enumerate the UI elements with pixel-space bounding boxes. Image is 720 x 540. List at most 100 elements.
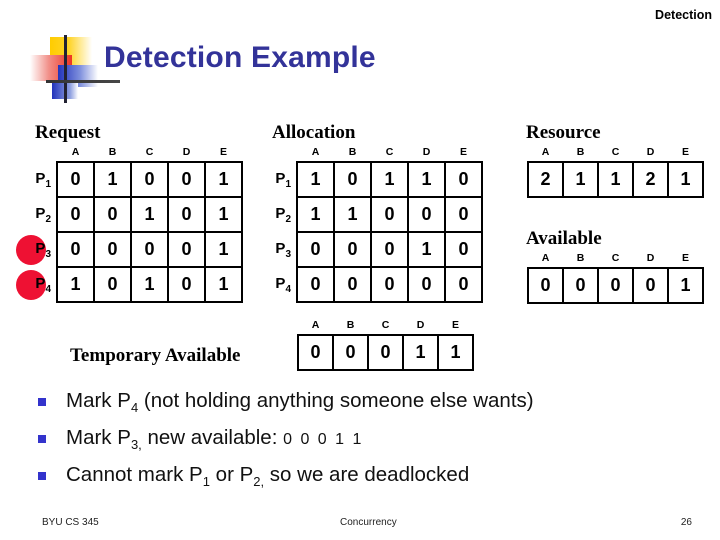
request-caption: Request [35, 122, 101, 143]
available-column-headers: A B C D E [528, 251, 703, 268]
resource-vector: A B C D E 2 1 1 2 1 [527, 145, 704, 198]
request-cell: 0 [167, 196, 206, 233]
row-label-sub: 4 [285, 283, 291, 295]
table-row: P2 0 0 1 0 1 [18, 196, 243, 233]
allocation-cell: 0 [296, 231, 335, 268]
request-cell: 1 [130, 196, 169, 233]
available-col-c: C [611, 252, 620, 264]
request-matrix: A B C D E P 1 0 1 0 0 1 P2 0 0 1 0 1 P3 0… [16, 145, 243, 303]
row-label-sub: 3 [45, 248, 51, 260]
allocation-cell: 1 [333, 196, 372, 233]
request-row-label-p4-marked: P4 [16, 267, 57, 302]
request-cell: 0 [93, 266, 132, 303]
temp-available-col-b: B [346, 319, 355, 331]
allocation-col-c: C [385, 146, 394, 158]
allocation-cell: 0 [444, 161, 483, 198]
available-col-e: E [681, 252, 689, 264]
available-cell: 0 [562, 267, 599, 304]
allocation-cell: 1 [407, 231, 446, 268]
bullet-3-pre: Cannot mark P [66, 463, 203, 487]
row-label-text: P [35, 274, 46, 292]
row-label-text: P [275, 274, 286, 292]
available-caption: Available [526, 228, 602, 249]
bullet-1-post: (not holding anything someone else wants… [138, 389, 534, 412]
table-row: 0 0 0 0 1 [527, 267, 704, 304]
allocation-cell: 0 [407, 196, 446, 233]
row-label-text: P [275, 169, 286, 187]
bullet-2-vector: 0 0 0 1 1 [283, 431, 364, 449]
request-cell: 0 [167, 161, 206, 198]
table-row: P2 1 1 0 0 0 [258, 196, 483, 233]
request-row-label-p3-marked: P3 [16, 232, 57, 267]
bullet-square-icon [38, 472, 46, 481]
allocation-cell: 0 [370, 231, 409, 268]
request-cell: 0 [56, 196, 95, 233]
temp-available-col-a: A [311, 319, 320, 331]
temp-available-cell: 0 [297, 334, 334, 371]
resource-col-c: C [611, 146, 620, 158]
allocation-col-a: A [311, 146, 320, 158]
resource-col-e: E [681, 146, 689, 158]
allocation-row-label-p1: P1 [258, 162, 297, 197]
bullet-3-post: or P [209, 463, 254, 487]
table-row: P3 0 0 0 1 0 [258, 231, 483, 268]
request-col-e: E [219, 146, 227, 158]
allocation-caption: Allocation [272, 122, 356, 143]
available-cell: 0 [632, 267, 669, 304]
request-cell: 0 [93, 196, 132, 233]
temporary-available-caption: Temporary Available [70, 345, 241, 366]
row-label-sub: 1 [45, 178, 51, 190]
request-corner-cell [18, 145, 57, 162]
footer-page-number: 26 [680, 517, 692, 528]
request-col-c: C [145, 146, 154, 158]
table-row: P3 0 0 0 0 1 [16, 231, 243, 268]
resource-cell: 1 [667, 161, 704, 198]
allocation-cell: 0 [333, 266, 372, 303]
request-column-headers: A B C D E [18, 145, 242, 162]
table-row: 2 1 1 2 1 [527, 161, 704, 198]
table-row: P1 1 0 1 1 0 [258, 161, 483, 198]
temp-available-cell: 0 [332, 334, 369, 371]
bullet-3-post2: so we are deadlocked [264, 463, 470, 487]
row-label-text: P [35, 204, 46, 222]
allocation-cell: 1 [296, 161, 335, 198]
request-cell: 1 [93, 161, 132, 198]
slide-corner-label: Detection [655, 8, 712, 22]
request-cell: 1 [204, 161, 243, 198]
allocation-col-e: E [459, 146, 467, 158]
available-vector: A B C D E 0 0 0 0 1 [527, 251, 704, 304]
resource-column-headers: A B C D E [528, 145, 703, 162]
footer-course-label: BYU CS 345 [42, 517, 99, 528]
allocation-cell: 0 [296, 266, 335, 303]
allocation-matrix: A B C D E P1 1 0 1 1 0 P2 1 1 0 0 0 P3 0… [258, 145, 483, 303]
request-col-a: A [71, 146, 80, 158]
allocation-cell: 0 [444, 266, 483, 303]
page-title: Detection Example [104, 41, 376, 74]
request-cell: 1 [204, 231, 243, 268]
available-col-b: B [576, 252, 585, 264]
request-cell: 0 [56, 231, 95, 268]
resource-col-a: A [541, 146, 550, 158]
temp-available-cell: 0 [367, 334, 404, 371]
row-label-sub: 2 [285, 213, 291, 225]
allocation-cell: 0 [407, 266, 446, 303]
allocation-row-label-p3: P3 [258, 232, 297, 267]
available-col-d: D [646, 252, 655, 264]
resource-caption: Resource [526, 122, 601, 143]
bullet-2-pre: Mark P [66, 426, 131, 450]
allocation-corner-cell [258, 145, 297, 162]
request-cell: 0 [130, 161, 169, 198]
footer-topic-label: Concurrency [340, 517, 397, 528]
bullet-3-sub2: 2, [253, 474, 265, 490]
request-col-b: B [108, 146, 117, 158]
allocation-col-d: D [422, 146, 431, 158]
bullet-1-pre: Mark P [66, 389, 131, 412]
allocation-column-headers: A B C D E [258, 145, 482, 162]
request-cell: 1 [204, 196, 243, 233]
list-item: Mark P3, new available: 0 0 0 1 1 [30, 423, 715, 460]
request-cell: 1 [204, 266, 243, 303]
bullet-2-sub: 3, [130, 437, 142, 453]
bullet-2-post: new available: [141, 426, 284, 450]
allocation-cell: 1 [296, 196, 335, 233]
temp-available-cell: 1 [402, 334, 439, 371]
